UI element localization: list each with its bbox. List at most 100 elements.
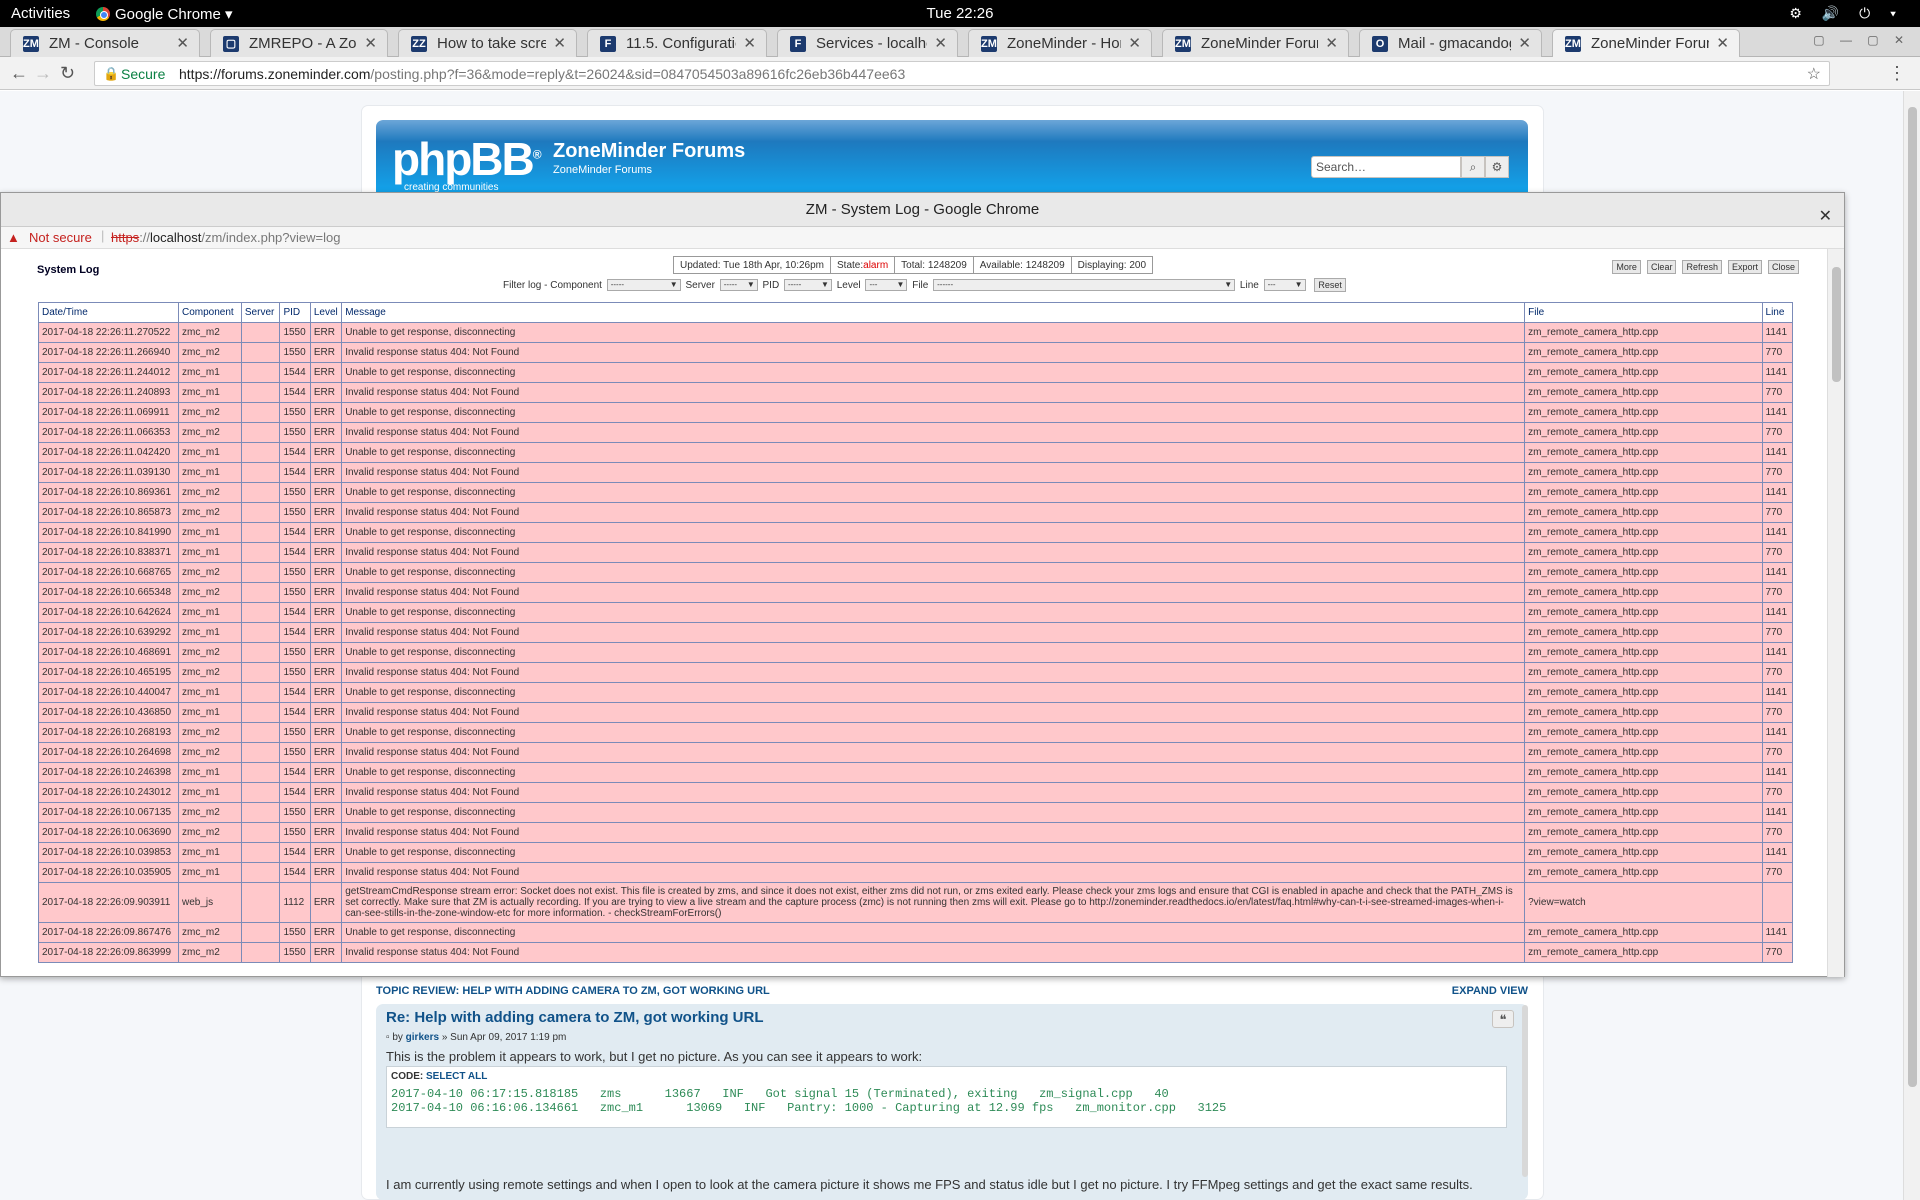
review-scrollbar[interactable] [1522,1005,1528,1177]
table-cell: 2017-04-18 22:26:11.240893 [38,382,179,403]
tab-close-icon[interactable]: ✕ [934,34,947,52]
filter-component-select[interactable]: ----- [606,279,681,292]
post-title[interactable]: Re: Help with adding camera to ZM, got w… [386,1009,764,1026]
filter-server-select[interactable]: ----- [719,279,758,292]
clear-button[interactable]: Clear [1646,260,1677,274]
window-controls[interactable]: ▢ — ▢ ✕ [1813,33,1910,47]
warning-icon[interactable]: ▲ [7,230,20,245]
tab-4[interactable]: F 11.5. Configuration ✕ [587,29,767,57]
reload-icon[interactable]: ↻ [60,63,75,84]
table-cell: 2017-04-18 22:26:11.266940 [38,342,179,363]
table-cell: zm_remote_camera_http.cpp [1524,422,1763,443]
tab-2[interactable]: ▢ ZMREPO - A ZoneM ✕ [210,29,388,57]
tab-close-icon[interactable]: ✕ [176,34,189,52]
forward-icon[interactable]: → [34,63,52,84]
table-row: 2017-04-18 22:26:11.240893 zmc_m1 1544 ERR I… [38,382,1794,403]
table-cell: Invalid response status 404: Not Found [341,382,1526,403]
col-header[interactable]: PID [279,302,311,323]
popup-scrollbar[interactable] [1827,249,1844,977]
tab-6[interactable]: ZM ZoneMinder - Home ✕ [968,29,1152,57]
table-cell: 770 [1761,862,1794,883]
close-button[interactable]: Close [1767,260,1799,274]
table-cell: 1550 [279,582,311,603]
more-button[interactable]: More [1612,260,1641,274]
table-cell: 770 [1761,382,1794,403]
page-scrollbar[interactable] [1903,91,1920,1200]
chrome-menu-icon[interactable]: ⋮ [1888,63,1906,84]
tab-close-icon[interactable]: ✕ [1128,34,1141,52]
filter-level-select[interactable]: --- [865,279,908,292]
tab-1[interactable]: ZM ZM - Console ✕ [10,29,200,57]
table-cell [240,822,281,843]
table-cell: 2017-04-18 22:26:10.639292 [38,622,179,643]
table-cell: 1141 [1761,682,1794,703]
table-row: 2017-04-18 22:26:11.266940 zmc_m2 1550 ERR I… [38,342,1794,363]
reset-button[interactable]: Reset [1314,278,1346,292]
table-cell: 1141 [1761,482,1794,503]
filter-pid-select[interactable]: ----- [783,279,832,292]
bookmark-star-icon[interactable]: ☆ [1807,64,1821,84]
activities-button[interactable]: Activities [11,5,70,22]
table-cell: 1141 [1761,322,1794,343]
table-row: 2017-04-18 22:26:11.244012 zmc_m1 1544 ERR U… [38,362,1794,383]
col-header[interactable]: File [1524,302,1763,323]
tab-close-icon[interactable]: ✕ [743,34,756,52]
search-icon[interactable]: ⌕ [1461,156,1485,178]
topic-review-title[interactable]: TOPIC REVIEW: HELP WITH ADDING CAMERA TO… [376,985,770,997]
col-header[interactable]: Date/Time [38,302,179,323]
table-cell: 1544 [279,622,311,643]
col-header[interactable]: Line [1761,302,1794,323]
table-cell [240,682,281,703]
table-cell: ERR [309,562,343,583]
col-header[interactable]: Component [178,302,242,323]
tab-8[interactable]: O Mail - gmacandog@ ✕ [1359,29,1542,57]
refresh-button[interactable]: Refresh [1682,260,1722,274]
clock[interactable]: Tue 22:26 [0,5,1920,22]
phpbb-logo[interactable]: phpBB® creating communities [392,132,542,193]
popup-url: https://localhost/zm/index.php?view=log [111,230,341,245]
not-secure-label[interactable]: Not secure [29,230,92,245]
table-cell: ERR [309,702,343,723]
tab-close-icon[interactable]: ✕ [1518,34,1531,52]
tab-5[interactable]: F Services - localhost ✕ [777,29,958,57]
table-cell: 2017-04-18 22:26:09.867476 [38,922,179,943]
tab-close-icon[interactable]: ✕ [364,34,377,52]
quote-icon[interactable]: ❝ [1492,1010,1514,1028]
table-cell: 2017-04-18 22:26:09.863999 [38,942,179,963]
col-header[interactable]: Message [341,302,1526,323]
post-author[interactable]: girkers [406,1032,439,1043]
back-icon[interactable]: ← [10,63,28,84]
table-cell: Invalid response status 404: Not Found [341,502,1526,523]
page-scrollbar-thumb[interactable] [1908,107,1917,1087]
forum-search-input[interactable]: Search… [1311,156,1461,178]
gear-icon[interactable]: ⚙ [1485,156,1509,178]
tab-7[interactable]: ZM ZoneMinder Forums ✕ [1162,29,1349,57]
table-cell: zm_remote_camera_http.cpp [1524,442,1763,463]
site-name[interactable]: ZoneMinder Forums [553,140,745,163]
export-button[interactable]: Export [1727,260,1762,274]
omnibox[interactable]: 🔒 Secure https://forums.zoneminder.com/p… [94,61,1830,86]
filter-line-select[interactable]: --- [1263,279,1306,292]
tab-title: Services - localhost [816,35,927,52]
tab-favicon-icon: F [790,36,806,52]
select-all-link[interactable]: SELECT ALL [426,1071,487,1082]
tab-9[interactable]: ZM ZoneMinder Forums ✕ [1552,29,1740,58]
col-header[interactable]: Level [309,302,343,323]
system-tray-icons[interactable]: ⚙ 🔊 ⏻ ▾ [1789,5,1904,22]
filter-file-select[interactable]: ------ [933,279,1236,292]
tab-close-icon[interactable]: ✕ [553,34,566,52]
table-row: 2017-04-18 22:26:10.067135 zmc_m2 1550 ERR U… [38,802,1794,823]
app-menu[interactable]: Google Chrome ▾ [96,5,233,23]
tab-3[interactable]: ZZ How to take screens ✕ [398,29,577,57]
expand-view-link[interactable]: EXPAND VIEW [1452,985,1528,997]
table-cell [240,542,281,563]
col-header[interactable]: Server [240,302,281,323]
tab-close-icon[interactable]: ✕ [1716,34,1729,52]
tab-close-icon[interactable]: ✕ [1325,34,1338,52]
table-cell: ERR [309,402,343,423]
table-cell: 2017-04-18 22:26:10.035905 [38,862,179,883]
table-cell: zmc_m2 [178,742,242,763]
table-row: 2017-04-18 22:26:11.039130 zmc_m1 1544 ERR I… [38,462,1794,483]
tab-favicon-icon: ZM [981,36,997,52]
popup-scrollbar-thumb[interactable] [1832,267,1841,382]
